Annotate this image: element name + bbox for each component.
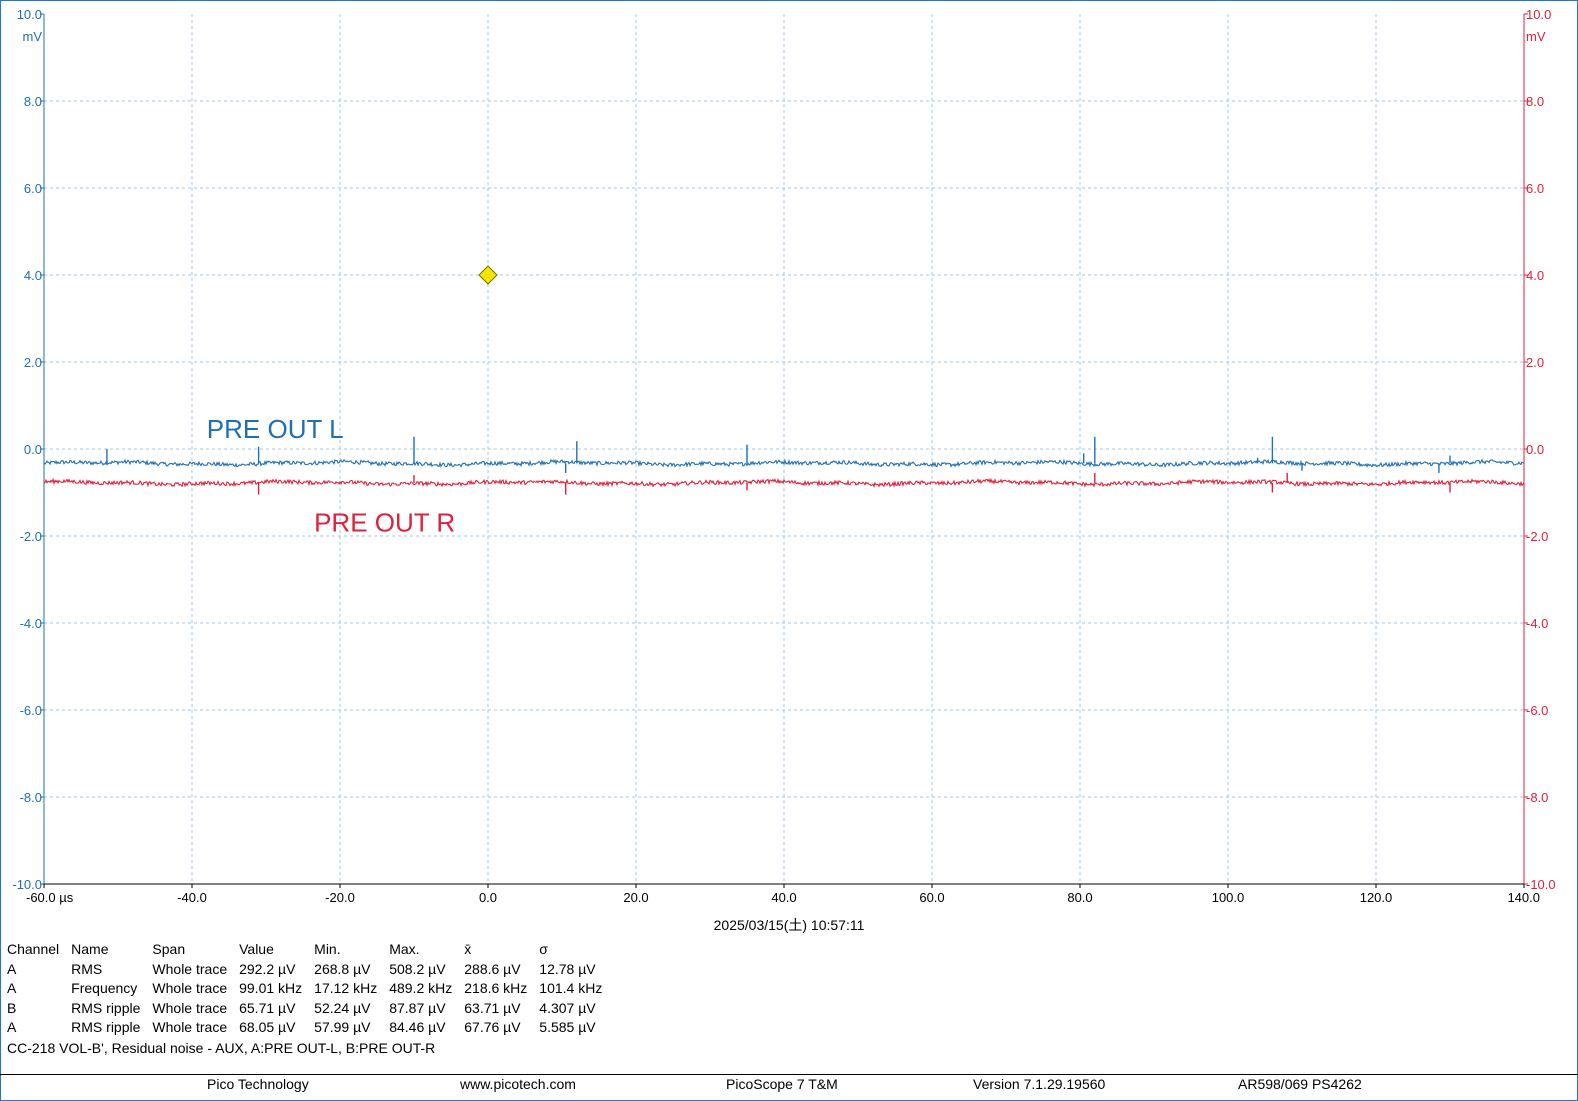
- y-tick-label-right: -2.0: [1526, 529, 1548, 544]
- measurement-mean: 288.6 µV: [464, 960, 521, 977]
- y-tick-label-right: 0.0: [1526, 442, 1544, 457]
- measurement-mean: 67.76 µV: [464, 1019, 521, 1035]
- col-sigma: σ: [539, 941, 548, 957]
- measurement-channel: A: [7, 960, 17, 977]
- col-span: Span: [152, 941, 186, 957]
- footer: Pico Technology www.picotech.com PicoSco…: [0, 1076, 1578, 1096]
- measurement-name: RMS: [71, 960, 103, 977]
- col-min: Min.: [314, 941, 341, 957]
- y-tick-label-left: -2.0: [20, 529, 42, 544]
- x-tick-label: 0.0: [479, 890, 497, 905]
- measurement-sigma: 5.585 µV: [539, 1019, 596, 1035]
- trace-labels: PRE OUT L PRE OUT R: [207, 414, 455, 538]
- measurement-row: A RMS Whole trace 292.2 µV 268.8 µV 508.2 µV 2…: [7, 960, 614, 980]
- x-tick-label: 60.0: [919, 890, 944, 905]
- y-tick-label-right: 4.0: [1526, 268, 1544, 283]
- measurement-max: 489.2 kHz: [389, 980, 453, 996]
- measurement-row: B RMS ripple Whole trace 65.71 µV 52.24 µV 87…: [7, 999, 614, 1019]
- series-label-pre-out-l: PRE OUT L: [207, 414, 344, 444]
- measurement-span: Whole trace: [152, 980, 228, 996]
- y-tick-label-right: -6.0: [1526, 703, 1548, 718]
- measurements-table: Channel Name Span Value Min. Max. x̄ σ A…: [7, 940, 614, 1038]
- measurement-min: 57.99 µV: [314, 1019, 371, 1035]
- measurement-name: RMS ripple: [71, 1019, 141, 1035]
- scope-plot[interactable]: 10.08.06.04.02.00.0-2.0-4.0-6.0-8.0-10.0…: [0, 0, 1578, 912]
- x-tick-label: -60.0 µs: [26, 890, 74, 905]
- y-tick-label-left: 6.0: [24, 181, 42, 196]
- trigger-marker[interactable]: [478, 265, 498, 285]
- x-tick-label: -40.0: [177, 890, 207, 905]
- footer-divider: [0, 1074, 1578, 1075]
- measurement-name: Frequency: [71, 980, 138, 996]
- measurements-header-row: Channel Name Span Value Min. Max. x̄ σ: [7, 940, 614, 960]
- footer-company: Pico Technology: [207, 1076, 309, 1092]
- measurement-name: RMS ripple: [71, 999, 141, 1016]
- measurement-mean: 218.6 kHz: [464, 980, 528, 996]
- measurement-span: Whole trace: [152, 1019, 228, 1035]
- measurement-sigma: 4.307 µV: [539, 999, 596, 1016]
- measurement-channel: A: [7, 1019, 17, 1035]
- y-tick-label-left: 4.0: [24, 268, 42, 283]
- y-tick-label-right: 2.0: [1526, 355, 1544, 370]
- measurement-channel: B: [7, 999, 17, 1016]
- x-tick-label: 80.0: [1067, 890, 1092, 905]
- measurement-span: Whole trace: [152, 960, 228, 977]
- y-axis-right-unit: mV: [1526, 29, 1546, 44]
- y-tick-label-right: 10.0: [1526, 7, 1551, 22]
- measurement-min: 268.8 µV: [314, 960, 371, 977]
- grid: [44, 14, 1524, 884]
- measurement-row: A Frequency Whole trace 99.01 kHz 17.12 kHz 4…: [7, 979, 614, 999]
- y-tick-label-right: 6.0: [1526, 181, 1544, 196]
- y-tick-label-left: 0.0: [24, 442, 42, 457]
- measurement-channel: A: [7, 980, 17, 996]
- x-tick-label: 20.0: [623, 890, 648, 905]
- measurement-sigma: 101.4 kHz: [539, 980, 603, 996]
- capture-caption: CC-218 VOL-B', Residual noise - AUX, A:P…: [7, 1040, 436, 1056]
- measurement-span: Whole trace: [152, 999, 228, 1016]
- y-tick-label-right: -8.0: [1526, 790, 1548, 805]
- x-tick-label: 120.0: [1360, 890, 1393, 905]
- y-tick-label-right: -4.0: [1526, 616, 1548, 631]
- footer-website[interactable]: www.picotech.com: [460, 1076, 576, 1092]
- footer-device: AR598/069 PS4262: [1238, 1076, 1362, 1092]
- y-axis-left-unit: mV: [23, 29, 43, 44]
- y-tick-label-left: 2.0: [24, 355, 42, 370]
- measurement-row: A RMS ripple Whole trace 68.05 µV 57.99 µV 84…: [7, 1018, 614, 1038]
- measurement-value: 68.05 µV: [239, 1019, 296, 1035]
- measurement-value: 99.01 kHz: [239, 980, 303, 996]
- x-tick-label: 100.0: [1212, 890, 1245, 905]
- y-tick-label-right: 8.0: [1526, 94, 1544, 109]
- measurement-max: 84.46 µV: [389, 1019, 446, 1035]
- measurement-min: 17.12 kHz: [314, 980, 378, 996]
- col-max: Max.: [389, 941, 420, 957]
- y-tick-label-left: 8.0: [24, 94, 42, 109]
- footer-version: Version 7.1.29.19560: [973, 1076, 1106, 1092]
- measurement-min: 52.24 µV: [314, 999, 371, 1016]
- x-tick-label: -20.0: [325, 890, 355, 905]
- y-tick-label-left: -4.0: [20, 616, 42, 631]
- measurement-max: 508.2 µV: [389, 960, 446, 977]
- x-tick-label: 140.0: [1507, 890, 1540, 905]
- x-tick-label: 40.0: [771, 890, 796, 905]
- measurement-max: 87.87 µV: [389, 999, 446, 1016]
- series-label-pre-out-r: PRE OUT R: [314, 508, 455, 538]
- y-tick-label-left: 10.0: [17, 7, 42, 22]
- y-tick-label-left: -6.0: [20, 703, 42, 718]
- measurement-mean: 63.71 µV: [464, 999, 521, 1016]
- measurement-value: 65.71 µV: [239, 999, 296, 1016]
- col-value: Value: [239, 941, 274, 957]
- measurement-sigma: 12.78 µV: [539, 960, 596, 977]
- col-mean: x̄: [464, 941, 472, 957]
- measurement-value: 292.2 µV: [239, 960, 296, 977]
- capture-timestamp: 2025/03/15(土) 10:57:11: [713, 917, 865, 933]
- col-channel: Channel: [7, 941, 60, 957]
- trigger-marker-layer[interactable]: [478, 265, 498, 285]
- y-tick-label-left: -8.0: [20, 790, 42, 805]
- col-name: Name: [71, 941, 109, 957]
- footer-product: PicoScope 7 T&M: [726, 1076, 838, 1092]
